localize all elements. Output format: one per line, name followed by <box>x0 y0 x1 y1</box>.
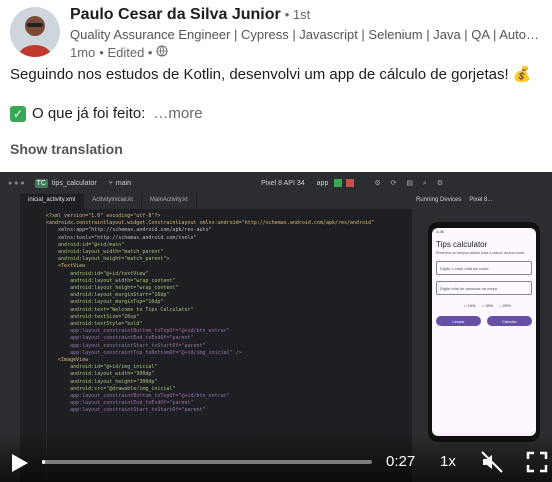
project-badge: TC <box>34 178 48 188</box>
code-line: android:src="@drawable/img_inicial" <box>46 385 176 392</box>
code-line: android:text="Welcome to Tips Calculator… <box>46 306 194 313</box>
tab-activity-inicial: ActivityInicial.kt <box>84 194 142 209</box>
video-player[interactable]: ● ● ● TC tips_calculator ⑂ main Pixel 8 … <box>0 172 552 482</box>
code-line: <ImageView <box>46 357 89 364</box>
project-name: tips_calculator <box>51 179 97 187</box>
code-line: <TextView <box>46 263 86 270</box>
post-text-line2: ✓ O que já foi feito: …more <box>10 105 203 122</box>
code-line: app:layout_constraintEnd_toEndOf="parent… <box>46 335 194 342</box>
app-status-time: 1:26 <box>436 229 444 234</box>
device-name: Pixel 8 API 34 <box>261 179 305 187</box>
code-line: xmlns:app="http://schemas.android.com/ap… <box>46 227 212 234</box>
branch-icon: ⑂ <box>108 179 113 187</box>
play-icon[interactable] <box>8 452 30 474</box>
globe-icon <box>156 45 168 60</box>
post-author-block: Paulo Cesar da Silva Junior • 1st Quality… <box>70 6 545 60</box>
run-icon <box>334 179 343 187</box>
code-line: app:layout_constraintStart_toStartOf="pa… <box>46 407 206 414</box>
mute-icon[interactable] <box>480 450 504 474</box>
app-radio-20: ○ 20% <box>499 303 511 308</box>
fullscreen-icon[interactable] <box>526 451 548 473</box>
app-screen: 1:26 Tips calculator Preencha os campos … <box>432 228 536 436</box>
window-controls: ● ● ● <box>8 179 25 187</box>
playback-speed-button[interactable]: 1x <box>440 453 456 470</box>
running-devices-header: Running Devices Pixel 8... <box>412 194 552 206</box>
video-controls: 0:27 1x <box>0 432 552 482</box>
code-line: android:layout_marginStart="16dp" <box>46 292 170 299</box>
code-line: android:layout_width="wrap_content" <box>46 277 176 284</box>
code-line: android:textStyle="bold" <box>46 321 143 328</box>
post-time: 1mo <box>70 45 96 60</box>
app-buttons: Limpar Calcular <box>436 316 532 326</box>
code-line: android:layout_height="match_parent"> <box>46 256 170 263</box>
app-radio-10: ○ 10% <box>464 303 476 308</box>
code-line: android:layout_marginTop="16dp" <box>46 299 164 306</box>
app-field-people: Digite total de pessoas na mesa <box>436 281 532 295</box>
code-line: <?xml version="1.0" encoding="utf-8"?> <box>46 213 161 219</box>
code-line: app:layout_constraintStart_toStartOf="pa… <box>46 342 206 349</box>
code-line: app:layout_constraintBottom_toTopOf="@+i… <box>46 393 230 400</box>
edited-label: • Edited • <box>99 45 153 60</box>
ide-toolbar: ● ● ● TC tips_calculator ⑂ main Pixel 8 … <box>0 172 552 194</box>
author-avatar[interactable] <box>10 7 60 57</box>
device-emulator: 1:26 Tips calculator Preencha os campos … <box>428 222 540 442</box>
video-progress-bar[interactable] <box>42 460 372 464</box>
post-meta: 1mo • Edited • <box>70 45 545 60</box>
app-calc-button: Calcular <box>487 316 532 326</box>
code-line: android:layout_width="300dp" <box>46 371 155 378</box>
code-line: xmlns:tools="http://schemas.android.com/… <box>46 234 197 241</box>
author-name-row: Paulo Cesar da Silva Junior • 1st <box>70 6 545 24</box>
code-line: android:layout_height="300dp" <box>46 378 158 385</box>
video-time: 0:27 <box>386 453 416 470</box>
tab-main-activity: MainActivity.kt <box>142 194 197 209</box>
post-text-done: O que já foi feito: <box>32 105 146 122</box>
app-subtitle: Preencha os campos abaixo para o cálculo… <box>436 251 524 255</box>
tab-inicial-activity: inicial_activity.xml <box>20 194 85 209</box>
code-line: android:id="@+id/textView" <box>46 270 149 277</box>
app-field-total: Digite o valor total da conta <box>436 261 532 275</box>
code-line: android:textSize="20sp" <box>46 313 140 320</box>
run-config: app <box>316 179 329 187</box>
post-text-line1: Seguindo nos estudos de Kotlin, desenvol… <box>10 66 532 83</box>
app-title: Tips calculator <box>436 240 488 249</box>
show-translation-button[interactable]: Show translation <box>10 141 123 157</box>
check-mark-icon: ✓ <box>10 105 26 122</box>
code-line: android:id="@+id/main" <box>46 241 125 248</box>
app-radio-15: ○ 15% <box>481 303 494 308</box>
video-progress-fill <box>42 460 46 464</box>
author-name[interactable]: Paulo Cesar da Silva Junior <box>70 6 281 23</box>
stop-icon <box>346 179 355 187</box>
pixel-tab: Pixel 8... <box>469 197 493 203</box>
code-line: android:layout_width="match_parent" <box>46 249 164 256</box>
code-line: android:layout_height="wrap_content" <box>46 285 179 292</box>
code-line: app:layout_constraintTop_toBottomOf="@+i… <box>46 349 242 356</box>
toolbar-icons: ⚙ ⟳ ▤ ⌕ ⚙ <box>374 179 448 187</box>
app-clear-button: Limpar <box>436 316 481 326</box>
editor-tabs: inicial_activity.xml ActivityInicial.kt … <box>20 194 412 209</box>
author-headline: Quality Assurance Engineer | Cypress | J… <box>70 27 540 42</box>
running-devices-tab: Running Devices <box>416 197 462 203</box>
branch-name: main <box>115 179 132 187</box>
code-line: app:layout_constraintBottom_toTopOf="@+i… <box>46 328 230 335</box>
code-line: android:id="@+id/img_inicial" <box>46 364 158 371</box>
code-line: app:layout_constraintEnd_toEndOf="parent… <box>46 400 194 407</box>
code-line: <androidx.constraintlayout.widget.Constr… <box>46 220 375 227</box>
app-tip-radios: ○ 10% ○ 15% ○ 20% <box>464 303 536 308</box>
see-more-link[interactable]: …more <box>153 105 202 122</box>
connection-degree: • 1st <box>284 7 311 22</box>
